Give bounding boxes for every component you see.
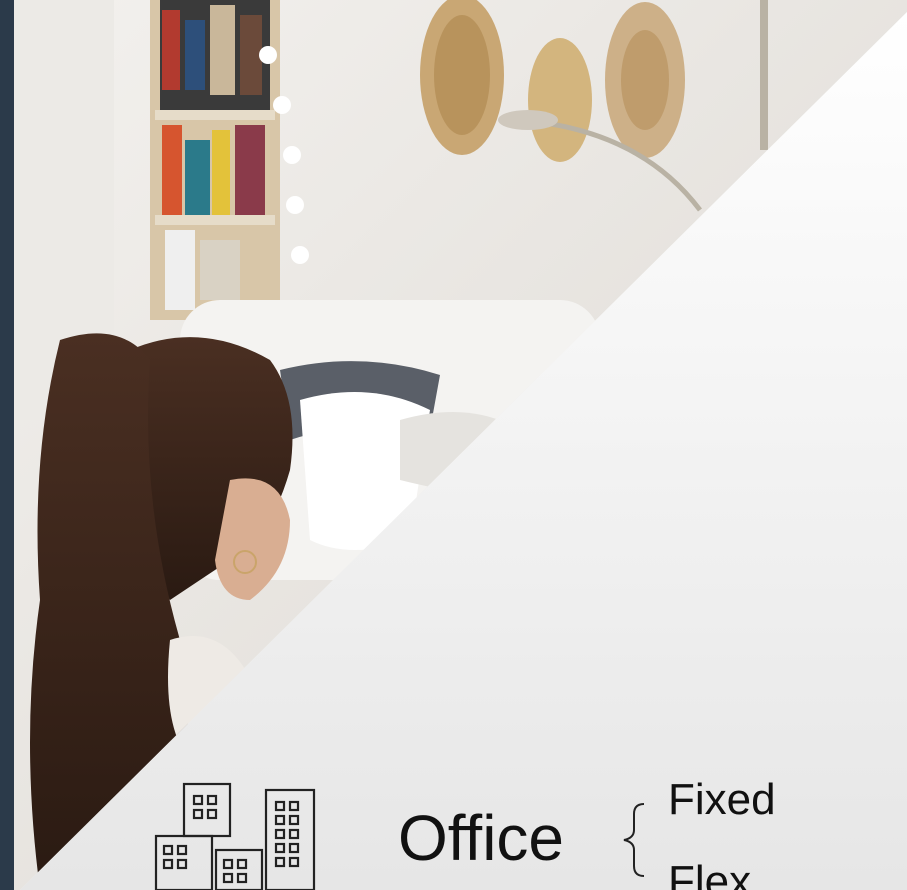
slide: Office Fixed Flex bbox=[0, 0, 907, 890]
office-buildings-icon bbox=[154, 782, 316, 890]
option-flex: Flex bbox=[668, 857, 752, 890]
option-fixed: Fixed bbox=[668, 775, 776, 824]
office-label: Office bbox=[398, 802, 564, 874]
curly-brace-icon bbox=[623, 803, 645, 877]
diagonal-panel bbox=[20, 12, 907, 890]
